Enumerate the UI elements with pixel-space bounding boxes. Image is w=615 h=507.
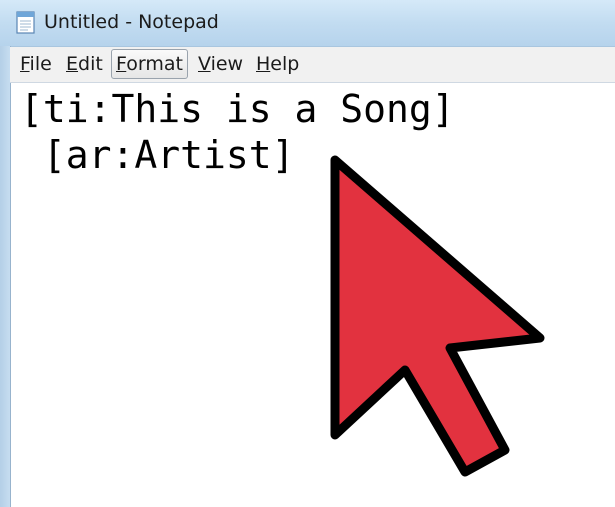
editor-line-1: [ti:This is a Song]	[20, 87, 455, 131]
menu-bar: File Edit Format View Help	[10, 47, 615, 83]
arrow-cursor-icon	[330, 155, 545, 477]
menu-file[interactable]: File	[16, 50, 56, 78]
window-frame-left	[0, 46, 11, 507]
editor-line-2: [ar:Artist]	[20, 133, 295, 177]
menu-format[interactable]: Format	[111, 49, 188, 79]
menu-view[interactable]: View	[194, 50, 247, 78]
notepad-icon	[16, 11, 35, 34]
title-bar[interactable]: Untitled - Notepad	[0, 0, 615, 47]
menu-edit[interactable]: Edit	[62, 50, 107, 78]
cursor-shape	[330, 155, 545, 477]
notepad-window: Untitled - Notepad File Edit Format View…	[0, 0, 615, 507]
menu-help[interactable]: Help	[252, 50, 303, 78]
window-title: Untitled - Notepad	[44, 11, 219, 33]
